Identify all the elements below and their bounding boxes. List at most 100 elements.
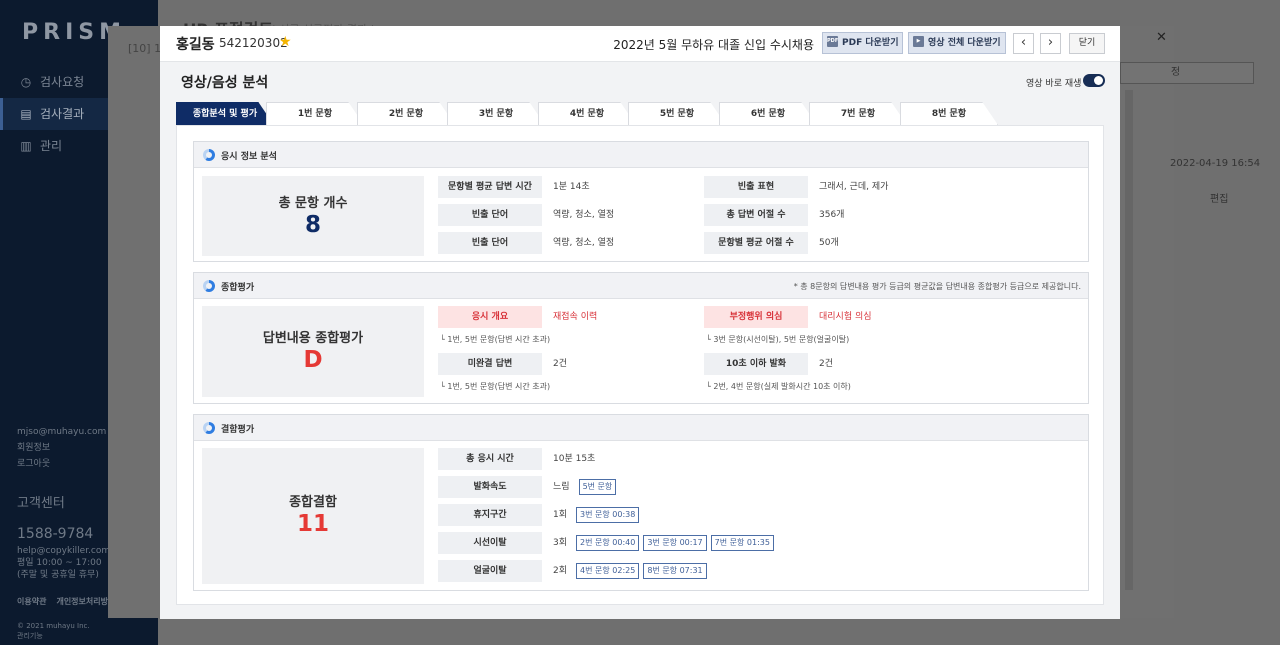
info-label: 빈출 단어	[438, 204, 542, 226]
grade-box: 답변내용 종합평가 D	[202, 306, 424, 397]
total-questions-box: 총 문항 개수 8	[202, 176, 424, 256]
eval-value: 재접속 이력	[553, 312, 598, 322]
defect-value: 11	[296, 511, 329, 537]
info-label: 문항별 평균 답변 시간	[438, 176, 542, 198]
bg-scrollbar[interactable]	[1125, 90, 1133, 590]
analysis-icon	[203, 280, 215, 292]
section-title: 영상/음성 분석	[181, 75, 269, 91]
card-note: * 총 8문항의 답변내용 평가 등급의 평균값을 답변내용 종합평가 등급으로…	[793, 282, 1081, 291]
info-value: 역량, 청소, 열정	[553, 238, 615, 248]
cs-title: 고객센터	[17, 496, 65, 511]
candidate-id: 542120302	[219, 36, 288, 50]
video-download-button[interactable]: ▶ 영상 전체 다운받기	[908, 32, 1006, 54]
next-button[interactable]: ›	[1040, 33, 1061, 54]
question-chip[interactable]: 5번 문항	[578, 479, 617, 495]
bg-date: 2022-04-19 16:54	[1170, 158, 1261, 169]
prev-button[interactable]: ‹	[1013, 33, 1034, 54]
result-value: 느림 5번 문항	[553, 476, 620, 498]
play-icon: ▶	[913, 36, 924, 47]
question-chip[interactable]: 4번 문항 02:25	[576, 563, 640, 579]
result-value: 2회 4번 문항 02:25 8번 문항 07:31	[553, 560, 711, 582]
question-chip[interactable]: 2번 문항 00:40	[576, 535, 640, 551]
modal-header: 홍길동 542120302 ★ 2022년 5월 무하유 대졸 신입 수시채용 …	[160, 26, 1120, 62]
tab-question-4[interactable]: 4번 문항	[538, 102, 636, 125]
eval-value: 2건	[819, 359, 834, 369]
eval-value: 대리시험 의심	[819, 312, 872, 322]
candidate-name: 홍길동	[176, 37, 215, 53]
toggle-knob	[1094, 76, 1103, 85]
analysis-icon	[203, 149, 215, 161]
question-chip[interactable]: 8번 문항 07:31	[643, 563, 707, 579]
privacy-link[interactable]: 개인정보처리방	[56, 597, 108, 606]
result-modal: 홍길동 542120302 ★ 2022년 5월 무하유 대졸 신입 수시채용 …	[160, 26, 1120, 619]
pdf-download-button[interactable]: PDF PDF 다운받기	[822, 32, 903, 54]
result-label: 총 응시 시간	[438, 448, 542, 470]
result-label: 발화속도	[438, 476, 542, 498]
bars-icon: ▥	[20, 139, 32, 153]
result-label: 얼굴이탈	[438, 560, 542, 582]
autoplay-label: 영상 바로 재생	[1026, 79, 1082, 89]
result-value: 10분 15초	[553, 454, 596, 464]
bg-edit-header: 편집	[1210, 194, 1229, 205]
tab-summary[interactable]: 종합분석 및 평가	[176, 102, 274, 125]
cs-info: help@copykiller.com 평일 10:00 ~ 17:00 (주말…	[17, 546, 111, 580]
tab-question-3[interactable]: 3번 문항	[447, 102, 545, 125]
user-email: mjso@muhayu.com	[17, 427, 107, 437]
overall-eval-card: 종합평가 * 총 8문항의 답변내용 평가 등급의 평균값을 답변내용 종합평가…	[193, 272, 1089, 404]
card-header: 종합평가 * 총 8문항의 답변내용 평가 등급의 평균값을 답변내용 종합평가…	[194, 273, 1088, 299]
cs-phone: 1588-9784	[17, 526, 94, 542]
info-label: 총 답변 어절 수	[704, 204, 808, 226]
eval-label: 미완결 답변	[438, 353, 542, 375]
profile-link[interactable]: 회원정보	[17, 440, 106, 456]
summary-label: 답변내용 종합평가	[262, 331, 364, 346]
info-value: 역량, 청소, 열정	[553, 210, 615, 220]
result-label: 휴지구간	[438, 504, 542, 526]
question-chip[interactable]: 3번 문항 00:17	[643, 535, 707, 551]
eval-label: 10초 이하 발화	[704, 353, 808, 375]
star-icon[interactable]: ★	[279, 34, 292, 50]
close-button[interactable]: 닫기	[1069, 33, 1105, 54]
footer-links: 이용약관 개인정보처리방	[17, 596, 118, 607]
logout-link[interactable]: 로그아웃	[17, 456, 106, 472]
summary-label: 종합결함	[289, 495, 337, 510]
card-title: 종합평가	[221, 283, 255, 293]
info-value: 그래서, 근데, 제가	[819, 182, 889, 192]
clock-icon: ◷	[20, 75, 32, 89]
analysis-icon	[203, 422, 215, 434]
card-header: 결함평가	[194, 415, 1088, 441]
info-label: 빈출 표현	[704, 176, 808, 198]
summary-value: 8	[304, 212, 321, 238]
document-icon: ▤	[20, 107, 32, 121]
terms-link[interactable]: 이용약관	[17, 597, 46, 606]
tab-question-2[interactable]: 2번 문항	[357, 102, 455, 125]
card-title: 결함평가	[221, 425, 255, 435]
tab-question-7[interactable]: 7번 문항	[809, 102, 907, 125]
bg-button[interactable]: 정	[1120, 62, 1254, 84]
pdf-icon: PDF	[827, 36, 838, 47]
eval-sub: └ 3번 문항(시선이탈), 5번 문항(얼굴이탈)	[706, 335, 850, 344]
info-value: 356개	[819, 210, 845, 220]
eval-label: 부정행위 의심	[704, 306, 808, 328]
result-label: 시선이탈	[438, 532, 542, 554]
user-info: mjso@muhayu.com 회원정보 로그아웃	[17, 424, 106, 472]
eval-sub: └ 1번, 5번 문항(답변 시간 초과)	[440, 335, 551, 344]
question-tabs: 종합분석 및 평가 1번 문항 2번 문항 3번 문항 4번 문항 5번 문항 …	[176, 102, 1006, 125]
info-value: 1분 14초	[553, 182, 590, 192]
question-chip[interactable]: 7번 문항 01:35	[710, 535, 774, 551]
question-chip[interactable]: 3번 문항 00:38	[576, 507, 640, 523]
card-header: 응시 정보 분석	[194, 142, 1088, 168]
tab-question-5[interactable]: 5번 문항	[628, 102, 726, 125]
eval-label: 응시 개요	[438, 306, 542, 328]
tab-question-8[interactable]: 8번 문항	[900, 102, 998, 125]
tab-question-1[interactable]: 1번 문항	[266, 102, 364, 125]
defect-eval-card: 결함평가 종합결함 11 총 응시 시간 10분 15초 발화속도 느림 5번 문…	[193, 414, 1089, 591]
info-label: 빈출 단어	[438, 232, 542, 254]
autoplay-toggle[interactable]	[1083, 74, 1105, 87]
info-label: 문항별 평균 어절 수	[704, 232, 808, 254]
summary-label: 총 문항 개수	[278, 196, 348, 211]
chevron-right-icon: ›	[1047, 35, 1054, 50]
eval-value: 2건	[553, 359, 568, 369]
tab-question-6[interactable]: 6번 문항	[719, 102, 817, 125]
bg-close-icon[interactable]: ✕	[1156, 30, 1167, 45]
info-analysis-card: 응시 정보 분석 총 문항 개수 8 문항별 평균 답변 시간 1분 14초 빈…	[193, 141, 1089, 262]
